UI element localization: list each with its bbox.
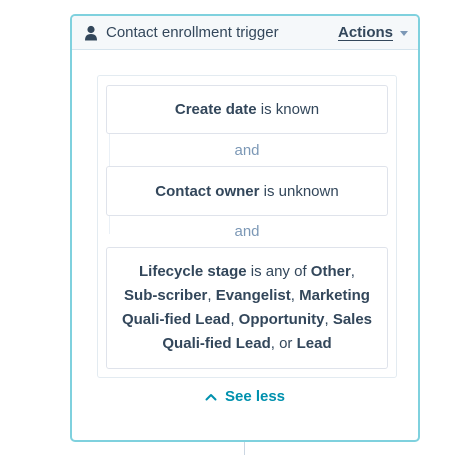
and-label: and xyxy=(234,223,260,240)
filter-create-date[interactable]: Create date is known xyxy=(106,85,388,134)
workflow-connector xyxy=(244,442,245,455)
actions-dropdown[interactable]: Actions xyxy=(338,24,408,41)
filter-value: Opportunity xyxy=(238,311,325,328)
filter-property: Create date xyxy=(174,101,257,118)
chevron-up-icon[interactable] xyxy=(205,393,217,401)
filter-condition: is unknown xyxy=(259,182,339,200)
see-less-label[interactable]: See less xyxy=(225,388,285,405)
filter-group: Create date is known and Contact owner i… xyxy=(97,75,397,378)
enrollment-trigger-card: Contact enrollment trigger Actions Creat… xyxy=(70,14,420,442)
actions-label[interactable]: Actions xyxy=(338,24,393,41)
filter-value: Evangelist xyxy=(215,287,291,304)
person-icon xyxy=(85,25,97,40)
card-header: Contact enrollment trigger Actions xyxy=(72,16,418,50)
filter-property: Contact owner xyxy=(155,182,260,200)
filter-condition: is known xyxy=(256,101,320,118)
filter-value: Lead xyxy=(296,335,332,352)
filter-value: Sub-scriber xyxy=(124,287,208,304)
see-less-button[interactable]: See less xyxy=(72,388,418,405)
caret-down-icon[interactable] xyxy=(400,31,408,36)
filter-value: Other xyxy=(310,263,351,280)
trigger-title: Contact enrollment trigger xyxy=(106,24,279,41)
filter-property: Lifecycle stage xyxy=(139,263,247,280)
filter-condition: is any of xyxy=(246,263,311,280)
filter-lifecycle-stage[interactable]: Lifecycle stage is any of Other, Sub-scr… xyxy=(106,247,388,369)
filter-contact-owner[interactable]: Contact owner is unknown xyxy=(106,166,388,216)
and-label: and xyxy=(234,142,260,159)
